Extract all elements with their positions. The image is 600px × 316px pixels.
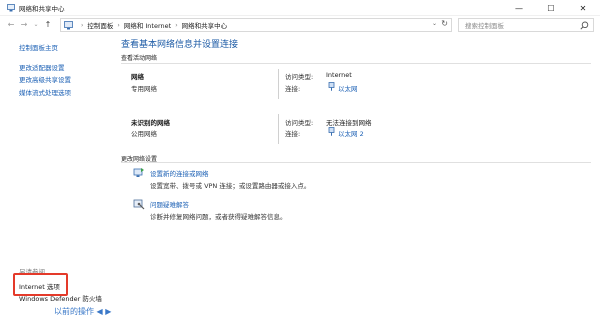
address-input[interactable]: › 控制面板 › 网络和 Internet › 网络和共享中心 ⌄ ↻ — [60, 18, 452, 32]
troubleshoot-icon — [133, 199, 145, 210]
breadcrumb-separator[interactable]: › — [113, 22, 123, 29]
search-placeholder: 搜索控制面板 — [465, 22, 504, 30]
breadcrumb-control-panel[interactable]: 控制面板 — [87, 20, 113, 30]
connection-link-ethernet-2[interactable]: 以太网 2 — [338, 128, 364, 138]
ethernet-icon — [328, 127, 335, 136]
up-icon[interactable]: ↑ — [43, 19, 53, 31]
access-type-label: 访问类型: — [285, 73, 314, 81]
breadcrumb-network-center[interactable]: 网络和共享中心 — [182, 20, 228, 30]
connection-label: 连接: — [285, 85, 301, 93]
network-name: 网络 — [131, 73, 144, 81]
network-name: 未识别的网络 — [131, 119, 170, 127]
back-icon[interactable]: ← — [6, 19, 16, 31]
title-bar: 网络和共享中心 — ☐ ✕ — [0, 0, 600, 16]
maximize-button[interactable]: ☐ — [536, 0, 566, 16]
divider — [278, 114, 279, 144]
network-profile: 专用网络 — [131, 85, 157, 93]
recent-locations-icon[interactable]: ⌄ — [31, 19, 41, 31]
setup-connection-link[interactable]: 设置新的连接或网络 — [150, 168, 209, 178]
sidebar-link-adapter[interactable]: 更改适配器设置 — [19, 62, 65, 72]
address-bar: ← → ⌄ ↑ › 控制面板 › 网络和 Internet › 网络和共享中心 … — [0, 16, 600, 34]
connection-link-ethernet[interactable]: 以太网 — [338, 83, 358, 93]
sidebar-link-defender[interactable]: Windows Defender 防火墙 — [19, 293, 102, 303]
access-type-label: 访问类型: — [285, 119, 314, 127]
connection-label: 连接: — [285, 130, 301, 138]
network-setup-icon — [133, 168, 144, 177]
refresh-icon[interactable]: ↻ — [441, 19, 448, 28]
ethernet-icon — [328, 82, 335, 91]
cutoff-text: 以前的操作 ◀ ▶ — [54, 307, 112, 316]
address-history-icon[interactable]: ⌄ — [432, 20, 437, 27]
search-icon[interactable] — [580, 21, 589, 30]
setup-connection-description: 设置宽带、拨号或 VPN 连接；或设置路由器或接入点。 — [150, 182, 311, 190]
control-panel-icon — [64, 20, 73, 29]
divider — [121, 63, 591, 64]
active-networks-label: 查看活动网络 — [121, 55, 158, 62]
network-center-icon — [7, 4, 15, 12]
sidebar-link-sharing[interactable]: 更改高级共享设置 — [19, 74, 71, 84]
sidebar-link-home[interactable]: 控制面板主页 — [19, 42, 58, 52]
breadcrumb-separator: › — [81, 21, 84, 29]
forward-icon[interactable]: → — [19, 19, 29, 31]
search-input[interactable]: 搜索控制面板 — [458, 18, 594, 32]
page-title: 查看基本网络信息并设置连接 — [121, 40, 239, 50]
access-type-value: Internet — [326, 71, 352, 79]
sidebar-link-media[interactable]: 媒体流式处理选项 — [19, 87, 71, 97]
access-type-value: 无法连接到网络 — [326, 119, 372, 127]
divider — [278, 69, 279, 99]
breadcrumb-network-internet[interactable]: 网络和 Internet — [124, 20, 171, 30]
minimize-button[interactable]: — — [504, 0, 534, 16]
sidebar-link-internet-options[interactable]: Internet 选项 — [19, 281, 60, 291]
window-title: 网络和共享中心 — [19, 5, 65, 13]
close-button[interactable]: ✕ — [568, 0, 598, 16]
divider — [121, 162, 591, 163]
troubleshoot-link[interactable]: 问题疑难解答 — [150, 199, 189, 209]
troubleshoot-description: 诊断并修复网络问题，或者获得疑难解答信息。 — [150, 213, 287, 221]
breadcrumb-separator[interactable]: › — [171, 22, 181, 29]
network-profile: 公用网络 — [131, 130, 157, 138]
